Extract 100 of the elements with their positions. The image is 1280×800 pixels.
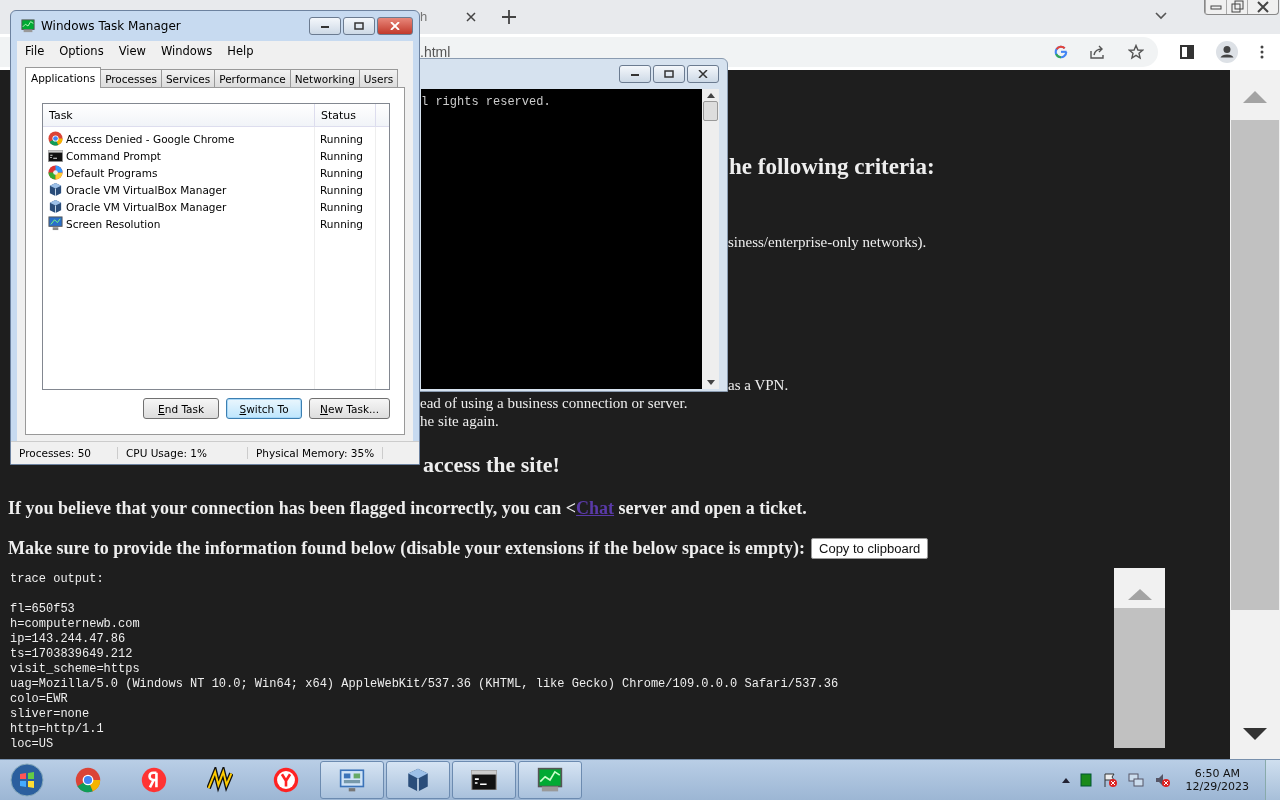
arrow-down-icon[interactable] — [1242, 727, 1268, 741]
status-text: Physical Memory: 35% — [248, 447, 384, 459]
trace-line: uag=Mozilla/5.0 (Windows NT 10.0; Win64; x64) AppleWebKit/537.36 (KHTML, like Gecko) Chrome/109.0.0.0 Safari/537.36 — [10, 677, 840, 692]
share-icon[interactable] — [1090, 45, 1106, 59]
menu-item[interactable]: Help — [227, 44, 254, 58]
programs-icon — [48, 165, 63, 180]
page-text: ead of using a business connection or server. — [420, 395, 688, 412]
trace-line: fl=650f53 — [10, 602, 76, 617]
flag-icon[interactable] — [1101, 772, 1118, 788]
chevron-down-icon[interactable] — [1155, 12, 1167, 20]
taskbar-button[interactable] — [452, 761, 516, 799]
task-name[interactable]: Screen Resolution — [66, 217, 161, 230]
trace-line: trace output: — [10, 572, 105, 587]
letter-circle-icon — [141, 767, 167, 793]
tab[interactable]: Networking — [289, 69, 360, 87]
monitor-icon — [48, 216, 63, 231]
clock-date: 12/29/2023 — [1185, 780, 1249, 793]
console-icon — [48, 149, 63, 162]
status-text: CPU Usage: 1% — [118, 447, 248, 459]
scrollbar[interactable] — [1114, 568, 1165, 748]
menu-item[interactable]: Options — [59, 44, 104, 58]
tab-title[interactable]: h — [420, 9, 428, 24]
maximize-icon — [664, 70, 674, 78]
maximize-button[interactable] — [343, 17, 375, 35]
task-manager-icon — [21, 19, 35, 33]
close-button[interactable] — [687, 65, 719, 83]
status-text: Processes: 50 — [11, 447, 118, 459]
google-icon[interactable] — [1054, 45, 1068, 59]
clock[interactable]: 6:50 AM 12/29/2023 — [1179, 767, 1255, 793]
column-header[interactable]: Task — [43, 104, 315, 126]
task-status: Running — [319, 200, 364, 213]
trace-line: h=computernewb.com — [10, 617, 141, 632]
chrome-icon — [48, 131, 63, 146]
close-icon — [698, 70, 708, 78]
menu-item[interactable]: File — [25, 44, 45, 58]
maximize-icon — [354, 22, 364, 30]
page-text: Make sure to provide the information found below (disable your extensions if the below space is empty): — [8, 538, 805, 559]
task-status: Running — [319, 166, 364, 179]
scroll-thumb[interactable] — [703, 101, 718, 121]
task-name[interactable]: Oracle VM VirtualBox Manager — [66, 200, 227, 213]
task-name[interactable]: Oracle VM VirtualBox Manager — [66, 183, 227, 196]
scrollbar[interactable] — [1230, 70, 1280, 759]
task-status: Running — [319, 217, 364, 230]
arrow-down-icon[interactable] — [706, 380, 715, 385]
menu-item[interactable]: View — [118, 44, 146, 58]
close-icon — [390, 22, 400, 30]
task-status: Running — [319, 183, 364, 196]
tab[interactable]: Services — [160, 69, 216, 87]
trace-line: loc=US — [10, 737, 55, 748]
start-button[interactable] — [10, 763, 44, 797]
column-header[interactable]: Status — [315, 104, 376, 126]
maximize-button[interactable] — [653, 65, 685, 83]
chip-icon[interactable] — [1079, 773, 1092, 787]
trace-line: ip=143.244.47.86 — [10, 632, 127, 647]
dialog-button[interactable]: New Task... — [309, 398, 390, 419]
minimize-button[interactable] — [619, 65, 651, 83]
avatar-icon[interactable] — [1216, 41, 1238, 63]
scrollbar[interactable] — [702, 89, 719, 389]
star-icon[interactable] — [1128, 44, 1144, 60]
trace-line: ts=1703839649.212 — [10, 647, 134, 662]
tab[interactable]: Processes — [100, 69, 162, 87]
speaker-icon[interactable] — [1153, 772, 1170, 788]
scroll-thumb[interactable] — [1231, 120, 1279, 610]
page-text: he site again. — [420, 413, 499, 430]
page-text: as a VPN. — [728, 377, 789, 394]
close-icon[interactable] — [466, 12, 476, 22]
control-panel-icon — [339, 767, 365, 793]
task-name[interactable]: Default Programs — [66, 166, 158, 179]
close-button[interactable] — [377, 17, 413, 35]
trace-line: http=http/1.1 — [10, 722, 105, 737]
page-heading: he following criteria: — [729, 154, 935, 180]
task-name[interactable]: Command Prompt — [66, 149, 161, 162]
trace-line: sliver=none — [10, 707, 91, 722]
caret-up-icon[interactable] — [1061, 777, 1070, 783]
clock-time: 6:50 AM — [1194, 767, 1240, 780]
plus-icon[interactable] — [502, 10, 516, 24]
copy-button[interactable]: Copy to clipboard — [811, 538, 929, 559]
task-manager-icon — [537, 767, 563, 793]
dialog-button[interactable]: Switch To — [226, 398, 303, 419]
menu-icon[interactable] — [1260, 45, 1264, 59]
taskbar-button[interactable] — [386, 761, 450, 799]
menu-item[interactable]: Windows — [160, 44, 213, 58]
squiggle-icon — [207, 767, 233, 793]
minimize-button[interactable] — [309, 17, 341, 35]
page-text: siness/enterprise-only networks). — [728, 234, 927, 251]
tab[interactable]: Performance — [214, 69, 291, 87]
task-name[interactable]: Access Denied - Google Chrome — [66, 132, 235, 145]
restore-icon[interactable] — [1226, 0, 1247, 14]
tab[interactable]: Applications — [25, 67, 102, 88]
chrome-icon — [75, 767, 101, 793]
trace-line: visit_scheme=https — [10, 662, 141, 677]
dialog-button[interactable]: End Task — [143, 398, 220, 419]
side-panel-icon[interactable] — [1180, 45, 1194, 59]
page-heading: access the site! — [423, 452, 561, 478]
network-icon[interactable] — [1127, 772, 1144, 788]
arrow-up-icon[interactable] — [706, 93, 715, 98]
scroll-thumb[interactable] — [1114, 608, 1165, 748]
browser-y-icon — [273, 767, 299, 793]
task-status: Running — [319, 132, 364, 145]
tab[interactable]: Users — [358, 69, 399, 87]
